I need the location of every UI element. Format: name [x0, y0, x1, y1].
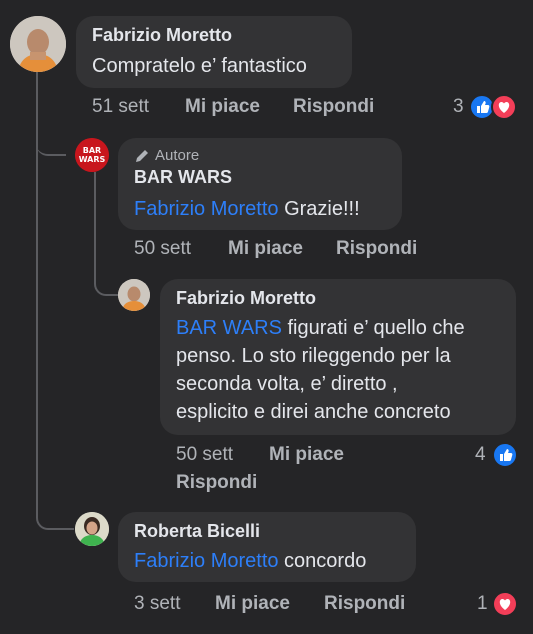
comment-author[interactable]: BAR WARS [134, 167, 232, 188]
bar-wars-logo-avatar[interactable]: BAR WARS [75, 138, 109, 172]
reply-button[interactable]: Rispondi [176, 472, 257, 494]
bar-wars-logo-icon: BAR WARS [75, 138, 109, 172]
like-button[interactable]: Mi piace [185, 96, 260, 118]
pencil-icon [134, 148, 150, 164]
comment-time[interactable]: 51 sett [92, 96, 149, 118]
comment-author[interactable]: Fabrizio Moretto [176, 288, 316, 309]
person-avatar-icon [10, 16, 66, 72]
like-button[interactable]: Mi piace [269, 444, 344, 466]
avatar[interactable] [10, 16, 66, 72]
like-icon [492, 442, 518, 468]
mention-link[interactable]: Fabrizio Moretto [134, 198, 279, 220]
comment-text-line-4: esplicito e direi anche concreto [176, 401, 451, 423]
like-button[interactable]: Mi piace [228, 238, 303, 260]
comment-author[interactable]: Fabrizio Moretto [92, 25, 232, 46]
comment-time[interactable]: 50 sett [176, 444, 233, 466]
reaction-count[interactable]: 1 [477, 593, 488, 615]
thread-line-reply [94, 172, 96, 282]
thread-connector-2 [94, 270, 118, 296]
reply-button[interactable]: Rispondi [293, 96, 374, 118]
person-avatar-icon [118, 279, 150, 311]
comment-text: Compratelo e’ fantastico [92, 55, 307, 77]
avatar[interactable] [75, 512, 109, 546]
avatar[interactable] [118, 279, 150, 311]
comment-author[interactable]: Roberta Bicelli [134, 521, 260, 542]
comment-text-line-1: BAR WARS figurati e’ quello che [176, 314, 465, 342]
thread-connector-1 [36, 132, 66, 156]
comment-text-line-2: penso. Lo sto rileggendo per la [176, 345, 451, 367]
svg-text:BAR: BAR [83, 146, 101, 155]
mention-link[interactable]: BAR WARS [176, 317, 282, 339]
comment-time[interactable]: 3 sett [134, 593, 180, 615]
person-avatar-icon [75, 512, 109, 546]
comment-time[interactable]: 50 sett [134, 238, 191, 260]
heart-icon [491, 94, 517, 120]
comment-text-body: concordo [278, 550, 367, 572]
svg-text:WARS: WARS [79, 155, 106, 164]
like-button[interactable]: Mi piace [215, 593, 290, 615]
author-badge: Autore [155, 147, 200, 164]
comment-text-body: Grazie!!! [284, 198, 360, 220]
reaction-count[interactable]: 3 [453, 96, 464, 118]
reply-button[interactable]: Rispondi [336, 238, 417, 260]
reaction-count[interactable]: 4 [475, 444, 486, 466]
comment-text: Fabrizio Moretto Grazie!!! [134, 195, 360, 223]
heart-icon [492, 591, 518, 617]
reply-button[interactable]: Rispondi [324, 593, 405, 615]
mention-link[interactable]: Fabrizio Moretto [134, 550, 279, 572]
comment-text-body: figurati e’ quello che [281, 317, 465, 339]
comment-text: Fabrizio Moretto concordo [134, 547, 366, 575]
thread-connector-3 [36, 500, 74, 530]
comment-text-line-3: seconda volta, e’ diretto , [176, 373, 398, 395]
